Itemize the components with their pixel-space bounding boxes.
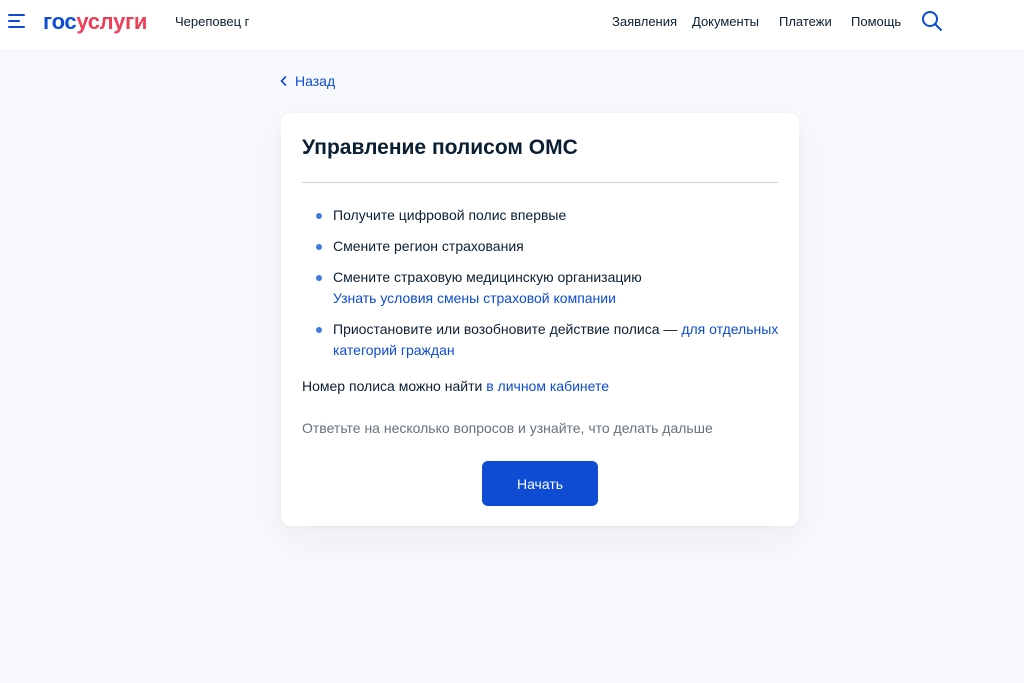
bullet-icon: [316, 327, 322, 333]
gosuslugi-logo[interactable]: госуслуги: [43, 9, 147, 35]
chevron-left-icon: [280, 76, 287, 86]
list-item-text: Приостановите или возобновите действие п…: [333, 321, 682, 337]
list-item-text: Смените страховую медицинскую организаци…: [333, 269, 642, 285]
bullet-icon: [316, 244, 322, 250]
nav-applications[interactable]: Заявления: [612, 14, 677, 30]
nav-help[interactable]: Помощь: [851, 14, 901, 30]
list-item: Получите цифровой полис впервые: [302, 205, 782, 226]
burger-menu-icon[interactable]: [8, 13, 26, 29]
oms-policy-card: Управление полисом ОМС Получите цифровой…: [281, 113, 799, 526]
list-item-text: Смените регион страхования: [333, 238, 524, 254]
list-item: Смените страховую медицинскую организаци…: [302, 267, 782, 309]
list-item: Приостановите или возобновите действие п…: [302, 319, 782, 361]
insurer-change-conditions-link[interactable]: Узнать условия смены страховой компании: [333, 290, 616, 306]
questions-hint: Ответьте на несколько вопросов и узнайте…: [302, 420, 713, 436]
personal-account-link[interactable]: в личном кабинете: [486, 378, 609, 394]
search-icon[interactable]: [921, 10, 943, 32]
logo-part-uslugi: услуги: [76, 9, 148, 34]
list-item: Смените регион страхования: [302, 236, 782, 257]
back-link[interactable]: Назад: [280, 72, 335, 90]
start-button[interactable]: Начать: [482, 461, 598, 506]
bullet-icon: [316, 213, 322, 219]
policy-hint-text: Номер полиса можно найти: [302, 378, 487, 394]
logo-part-gos: гос: [43, 9, 77, 34]
bullet-icon: [316, 275, 322, 281]
nav-documents[interactable]: Документы: [692, 14, 759, 30]
options-list: Получите цифровой полис впервые Смените …: [302, 205, 782, 361]
back-label: Назад: [295, 73, 336, 89]
policy-number-hint: Номер полиса можно найти в личном кабине…: [302, 376, 609, 397]
city-selector[interactable]: Череповец г: [175, 14, 249, 30]
list-item-text: Получите цифровой полис впервые: [333, 207, 567, 223]
nav-payments[interactable]: Платежи: [779, 14, 832, 30]
title-divider: [302, 182, 778, 183]
top-header: госуслуги Череповец г Заявления Документ…: [0, 0, 1024, 51]
page-title: Управление полисом ОМС: [302, 136, 578, 159]
